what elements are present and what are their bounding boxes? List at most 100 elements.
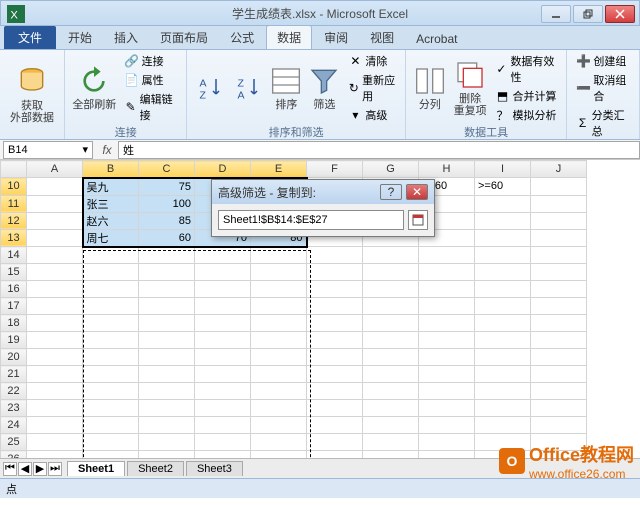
whatif-icon: ？: [495, 108, 509, 122]
row-header[interactable]: 20: [1, 349, 27, 366]
tab-insert[interactable]: 插入: [104, 26, 148, 49]
remove-duplicates-button[interactable]: 删除 重复项: [452, 52, 489, 124]
sheet-tab[interactable]: Sheet1: [67, 461, 125, 476]
svg-text:A: A: [238, 90, 245, 101]
ungroup-button[interactable]: ➖取消组合: [573, 71, 633, 105]
columns-icon: [414, 65, 446, 97]
cell[interactable]: 60: [139, 229, 195, 247]
cell[interactable]: 吴九: [83, 178, 139, 196]
cell[interactable]: 100: [139, 195, 195, 212]
filter-button[interactable]: 筛选: [307, 52, 341, 124]
cell[interactable]: 张三: [83, 195, 139, 212]
refresh-icon: [78, 65, 110, 97]
advanced-filter-button[interactable]: ▾高级: [345, 106, 398, 124]
dialog-help-button[interactable]: ?: [380, 184, 402, 200]
clear-icon: ✕: [348, 54, 362, 68]
sheet-nav-prev[interactable]: ◀: [18, 462, 32, 476]
tab-data[interactable]: 数据: [266, 25, 312, 49]
col-header[interactable]: C: [139, 161, 195, 178]
cell[interactable]: 赵六: [83, 212, 139, 229]
formula-input[interactable]: [118, 141, 640, 159]
row-header[interactable]: 11: [1, 195, 27, 212]
tab-page-layout[interactable]: 页面布局: [150, 26, 218, 49]
database-icon: [16, 66, 48, 98]
row-header[interactable]: 15: [1, 264, 27, 281]
refresh-all-button[interactable]: 全部刷新: [71, 52, 118, 124]
sort-button[interactable]: 排序: [269, 52, 303, 124]
svg-text:X: X: [10, 10, 18, 22]
sort-desc-button[interactable]: ZA: [231, 52, 265, 124]
cell[interactable]: >=60: [475, 178, 531, 196]
connections-button[interactable]: 🔗连接: [122, 52, 181, 70]
group-sort-filter: 排序和筛选: [193, 124, 398, 142]
close-button[interactable]: [605, 5, 635, 23]
reapply-button[interactable]: ↻重新应用: [345, 71, 398, 105]
row-header[interactable]: 24: [1, 417, 27, 434]
col-header[interactable]: A: [27, 161, 83, 178]
row-header[interactable]: 21: [1, 366, 27, 383]
cell[interactable]: 85: [139, 212, 195, 229]
tab-review[interactable]: 审阅: [314, 26, 358, 49]
row-header[interactable]: 13: [1, 229, 27, 247]
data-validation-button[interactable]: ✓数据有效性: [492, 52, 560, 86]
row-header[interactable]: 16: [1, 281, 27, 298]
tab-formulas[interactable]: 公式: [220, 26, 264, 49]
text-to-columns-button[interactable]: 分列: [412, 52, 448, 124]
tab-acrobat[interactable]: Acrobat: [406, 29, 467, 49]
group-data-tools: 数据工具: [412, 124, 561, 142]
get-external-data-button[interactable]: 获取 外部数据: [6, 52, 58, 137]
edit-link-icon: ✎: [125, 100, 137, 114]
col-header[interactable]: H: [419, 161, 475, 178]
tab-home[interactable]: 开始: [58, 26, 102, 49]
row-header[interactable]: 19: [1, 332, 27, 349]
restore-button[interactable]: [573, 5, 603, 23]
group-connections: 连接: [71, 124, 180, 142]
row-header[interactable]: 14: [1, 247, 27, 264]
dedup-icon: [454, 59, 486, 91]
row-header[interactable]: 22: [1, 383, 27, 400]
ungroup-icon: ➖: [576, 81, 590, 95]
sheet-nav-first[interactable]: ⏮: [3, 462, 17, 476]
dialog-close-button[interactable]: ✕: [406, 184, 428, 200]
range-picker-button[interactable]: [408, 210, 428, 230]
col-header[interactable]: J: [531, 161, 587, 178]
row-header[interactable]: 17: [1, 298, 27, 315]
sort-icon: [270, 65, 302, 97]
cell[interactable]: 周七: [83, 229, 139, 247]
subtotal-button[interactable]: Σ分类汇总: [573, 106, 633, 140]
sheet-nav-last[interactable]: ⏭: [48, 462, 62, 476]
row-header[interactable]: 25: [1, 434, 27, 451]
fx-button[interactable]: fx: [96, 143, 118, 157]
sort-desc-icon: ZA: [236, 76, 260, 100]
clear-filter-button[interactable]: ✕清除: [345, 52, 398, 70]
col-header[interactable]: I: [475, 161, 531, 178]
name-box[interactable]: B14 ▾: [3, 141, 93, 159]
edit-links-button[interactable]: ✎编辑链接: [122, 90, 181, 124]
sheet-nav-next[interactable]: ▶: [33, 462, 47, 476]
sort-asc-button[interactable]: AZ: [193, 52, 227, 124]
row-header[interactable]: 23: [1, 400, 27, 417]
col-header[interactable]: F: [307, 161, 363, 178]
col-header[interactable]: G: [363, 161, 419, 178]
tab-file[interactable]: 文件: [4, 26, 56, 49]
sheet-tab[interactable]: Sheet2: [127, 461, 184, 476]
window-title: 学生成绩表.xlsx - Microsoft Excel: [232, 5, 408, 22]
minimize-button[interactable]: [541, 5, 571, 23]
row-header[interactable]: 12: [1, 212, 27, 229]
tab-view[interactable]: 视图: [360, 26, 404, 49]
consolidate-button[interactable]: ⬒合并计算: [492, 87, 560, 105]
subtotal-icon: Σ: [576, 116, 588, 130]
properties-button[interactable]: 📄属性: [122, 71, 181, 89]
sheet-tab[interactable]: Sheet3: [186, 461, 243, 476]
cell[interactable]: 75: [139, 178, 195, 196]
col-header[interactable]: D: [195, 161, 251, 178]
col-header[interactable]: E: [251, 161, 307, 178]
row-header[interactable]: 10: [1, 178, 27, 196]
whatif-button[interactable]: ？模拟分析: [492, 106, 560, 124]
col-header[interactable]: B: [83, 161, 139, 178]
row-header[interactable]: 18: [1, 315, 27, 332]
select-all-corner[interactable]: [1, 161, 27, 178]
row-header[interactable]: 26: [1, 451, 27, 459]
group-button[interactable]: ➕创建组: [573, 52, 633, 70]
copy-to-input[interactable]: [218, 210, 404, 230]
